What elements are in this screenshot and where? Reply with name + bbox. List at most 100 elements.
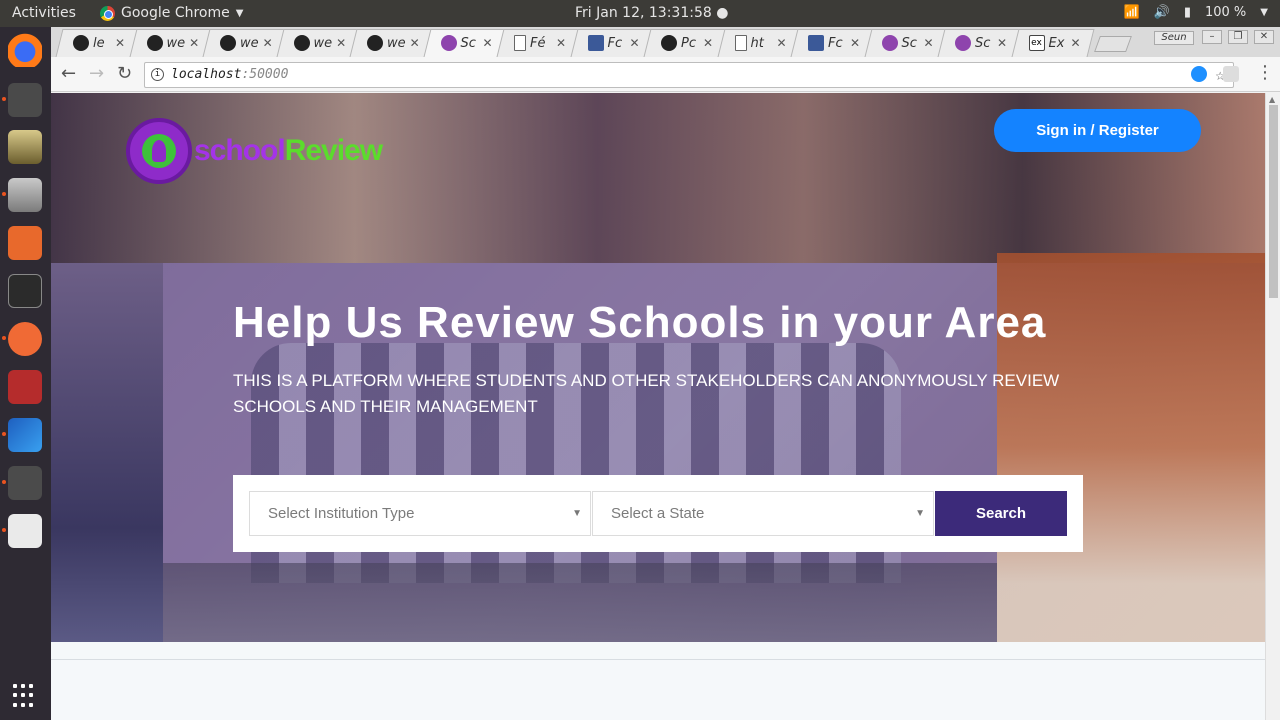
browser-tab-content[interactable]: Fé ✕	[500, 29, 576, 57]
browser-tab-title: Fé	[530, 35, 546, 51]
browser-tab-content[interactable]: Sc ✕	[427, 29, 503, 57]
browser-tab-content[interactable]: we ✕	[206, 29, 282, 57]
reload-icon[interactable]: ↻	[117, 63, 132, 84]
browser-tab-content[interactable]: we ✕	[353, 29, 429, 57]
close-tab-icon[interactable]: ✕	[189, 36, 199, 50]
browser-tab-content[interactable]: le ✕	[59, 29, 135, 57]
site-logo[interactable]: schoolReview	[126, 118, 383, 184]
state-select[interactable]: Select a State ▼	[592, 491, 934, 536]
state-select-label: Select a State	[611, 505, 705, 522]
github-icon	[367, 35, 383, 51]
browser-tab-title: ht	[750, 35, 764, 51]
terminal-icon[interactable]	[8, 274, 42, 308]
page-scrollbar[interactable]: ▲	[1265, 93, 1280, 720]
vscode-icon[interactable]	[8, 418, 42, 452]
close-tab-icon[interactable]: ✕	[1070, 36, 1080, 50]
close-tab-icon[interactable]: ✕	[923, 36, 933, 50]
search-form: Select Institution Type ▼ Select a State…	[233, 475, 1083, 552]
scrollbar-thumb[interactable]	[1269, 105, 1278, 298]
close-tab-icon[interactable]: ✕	[336, 36, 346, 50]
chrome-launcher-icon[interactable]	[8, 83, 42, 117]
workspace-icon[interactable]	[8, 370, 42, 404]
firefox-icon[interactable]	[8, 33, 42, 67]
close-tab-icon[interactable]: ✕	[629, 36, 639, 50]
pdf-reader-icon[interactable]	[8, 514, 42, 548]
github-icon	[661, 35, 677, 51]
search-button[interactable]: Search	[935, 491, 1067, 536]
browser-tab-content[interactable]: Sc ✕	[868, 29, 944, 57]
sublime-text-icon[interactable]	[8, 466, 42, 500]
extension-search-icon[interactable]	[1191, 66, 1207, 82]
close-tab-icon[interactable]: ✕	[482, 36, 492, 50]
browser-tab-title: le	[93, 35, 105, 51]
browser-tab-content[interactable]: Fc ✕	[574, 29, 650, 57]
browser-menu-icon[interactable]: ⋮	[1256, 62, 1274, 83]
maximize-button[interactable]: ❐	[1228, 30, 1248, 44]
extension-icon[interactable]	[1223, 66, 1239, 82]
signin-register-button[interactable]: Sign in / Register	[994, 109, 1201, 152]
institution-type-select[interactable]: Select Institution Type ▼	[249, 491, 591, 536]
github-icon	[73, 35, 89, 51]
browser-tab-title: Sc	[975, 35, 991, 51]
hero-subheadline: THIS IS A PLATFORM WHERE STUDENTS AND OT…	[233, 371, 1060, 416]
logo-text-part1: school	[194, 134, 286, 167]
hero-section: schoolReview Sign in / Register Help Us …	[51, 93, 1265, 642]
close-tab-icon[interactable]: ✕	[850, 36, 860, 50]
app-menu[interactable]: Google Chrome ▼	[100, 5, 243, 21]
close-tab-icon[interactable]: ✕	[703, 36, 713, 50]
show-applications-icon[interactable]	[13, 684, 37, 708]
browser-tab-content[interactable]: ex Ex ✕	[1015, 29, 1091, 57]
postman-icon[interactable]	[8, 322, 42, 356]
github-icon	[146, 35, 163, 51]
chevron-down-icon: ▼	[235, 7, 244, 19]
software-center-icon[interactable]	[8, 226, 42, 260]
close-tab-icon[interactable]: ✕	[410, 36, 420, 50]
close-tab-icon[interactable]: ✕	[263, 36, 273, 50]
browser-tab-title: Ex	[1048, 35, 1065, 51]
browser-tab-content[interactable]: Sc ✕	[941, 29, 1017, 57]
system-tray[interactable]: 📶 🔊 ▮ 100 % ▼	[1123, 5, 1268, 20]
close-window-button[interactable]: ✕	[1254, 30, 1274, 44]
speaker-app-icon[interactable]	[8, 130, 42, 164]
close-tab-icon[interactable]: ✕	[556, 36, 566, 50]
hero-background-photo	[51, 263, 163, 642]
browser-tab-title: we	[313, 35, 333, 51]
info-icon[interactable]: i	[151, 68, 164, 81]
schoolreview-icon	[881, 35, 898, 51]
tab-strip: le ✕ we ✕ we ✕ we ✕ we ✕ Sc ✕ Fé ✕ Fc ✕ Pc ✕ ht ✕ Fc ✕ Sc ✕ Sc ✕ e…	[51, 27, 1280, 57]
address-bar[interactable]: i localhost:50000 ☆	[144, 62, 1234, 88]
browser-tab-content[interactable]: we ✕	[280, 29, 356, 57]
running-indicator-icon	[2, 192, 6, 196]
chevron-down-icon: ▼	[915, 508, 925, 519]
github-icon	[220, 35, 236, 51]
chrome-icon	[100, 5, 115, 21]
browser-tab-content[interactable]: ht ✕	[721, 29, 797, 57]
activities-button[interactable]: Activities	[12, 5, 76, 21]
battery-label: 100 %	[1204, 5, 1247, 20]
hero-ground	[163, 563, 997, 642]
browser-tab-content[interactable]: Fc ✕	[794, 29, 870, 57]
close-tab-icon[interactable]: ✕	[997, 36, 1007, 50]
app-menu-label: Google Chrome	[121, 5, 230, 21]
files-icon[interactable]	[8, 178, 42, 212]
close-tab-icon[interactable]: ✕	[776, 36, 786, 50]
forward-icon[interactable]: →	[89, 63, 104, 84]
logo-icon	[126, 118, 192, 184]
schoolreview-icon	[955, 35, 971, 51]
browser-tab-title: Pc	[681, 35, 696, 51]
profile-button[interactable]: Seun	[1154, 31, 1194, 45]
browser-tab-title: Fc	[828, 35, 843, 51]
minimize-button[interactable]: –	[1202, 30, 1222, 44]
new-tab-button[interactable]	[1094, 36, 1132, 52]
browser-tab-content[interactable]: Pc ✕	[647, 29, 723, 57]
browser-toolbar: ← → ↻ i localhost:50000 ☆ ⋮	[51, 57, 1280, 92]
scroll-up-icon[interactable]: ▲	[1269, 95, 1275, 104]
browser-tab-content[interactable]: we ✕	[133, 29, 209, 57]
clock[interactable]: Fri Jan 12, 13:31:58 ●	[575, 5, 728, 21]
close-tab-icon[interactable]: ✕	[115, 36, 125, 50]
back-icon[interactable]: ←	[61, 63, 76, 84]
document-icon	[734, 35, 747, 51]
document-icon	[514, 35, 526, 51]
chevron-down-icon: ▼	[572, 508, 582, 519]
launcher-dock	[0, 27, 51, 720]
